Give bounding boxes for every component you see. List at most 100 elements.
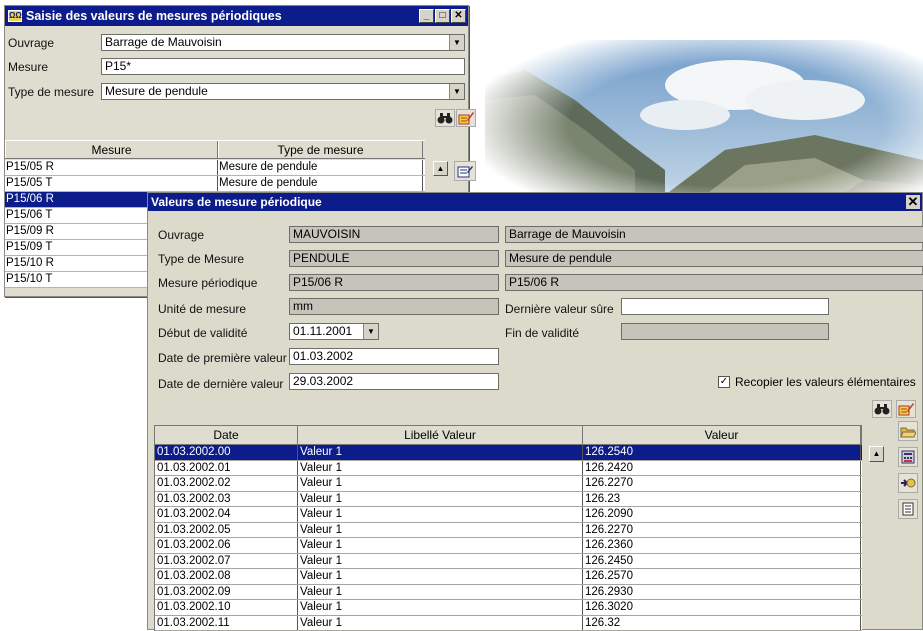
calculator-icon[interactable] xyxy=(898,447,918,467)
type-combo[interactable]: Mesure de pendule ▼ xyxy=(101,83,465,100)
table-row[interactable]: 01.03.2002.01Valeur 1126.2420 xyxy=(155,461,862,477)
ouvrage-combo[interactable]: Barrage de Mauvoisin ▼ xyxy=(101,34,465,51)
recopier-label: Recopier les valeurs élémentaires xyxy=(735,375,916,389)
mesure-code: P15/06 R xyxy=(293,275,343,289)
unite-field: mm xyxy=(289,298,499,315)
type-name-field: Mesure de pendule xyxy=(505,250,923,267)
table-row[interactable]: 01.03.2002.00Valeur 1126.2540 xyxy=(155,445,862,461)
date-cell: 01.03.2002.07 xyxy=(155,554,298,569)
table-row[interactable]: 01.03.2002.02Valeur 1126.2270 xyxy=(155,476,862,492)
minimize-button[interactable]: _ xyxy=(419,9,434,23)
type-name: Mesure de pendule xyxy=(509,251,612,265)
mesure-label: Mesure périodique xyxy=(158,276,257,290)
date-cell: 01.03.2002.04 xyxy=(155,507,298,522)
libelle-cell: Valeur 1 xyxy=(298,476,583,491)
libelle-cell: Valeur 1 xyxy=(298,523,583,538)
premiere-value: 01.03.2002 xyxy=(293,349,353,363)
type-cell: Mesure de pendule xyxy=(218,176,423,191)
date-cell: 01.03.2002.06 xyxy=(155,538,298,553)
recopier-checkbox[interactable]: ✓ Recopier les valeurs élémentaires xyxy=(718,375,916,389)
binoculars-icon[interactable] xyxy=(872,400,892,418)
ouvrage-code: MAUVOISIN xyxy=(293,227,360,241)
table-row[interactable]: 01.03.2002.11Valeur 1126.32 xyxy=(155,616,862,631)
chevron-down-icon[interactable]: ▼ xyxy=(363,324,378,339)
window-title: Saisie des valeurs de mesures périodique… xyxy=(26,9,282,23)
valeur-cell: 126.2570 xyxy=(583,569,861,584)
close-icon[interactable]: ✕ xyxy=(906,195,920,209)
mesure-cell: P15/05 T xyxy=(5,176,218,191)
edit-icon[interactable] xyxy=(896,400,916,418)
table-row[interactable]: P15/05 TMesure de pendule xyxy=(5,176,425,192)
table-row[interactable]: 01.03.2002.07Valeur 1126.2450 xyxy=(155,554,862,570)
table-row[interactable]: 01.03.2002.03Valeur 1126.23 xyxy=(155,492,862,508)
derniere-value: 29.03.2002 xyxy=(293,374,353,388)
chevron-down-icon[interactable]: ▼ xyxy=(449,84,464,99)
date-cell: 01.03.2002.10 xyxy=(155,600,298,615)
open-folder-icon[interactable] xyxy=(898,421,918,441)
col-date[interactable]: Date xyxy=(155,426,298,444)
valeur-cell: 126.32 xyxy=(583,616,861,631)
valeur-cell: 126.2930 xyxy=(583,585,861,600)
derniere-input[interactable]: 29.03.2002 xyxy=(289,373,499,390)
fin-field xyxy=(621,323,829,340)
unite-value: mm xyxy=(293,299,313,313)
col-mesure[interactable]: Mesure xyxy=(5,141,218,158)
mesure-name: P15/06 R xyxy=(509,275,559,289)
libelle-cell: Valeur 1 xyxy=(298,616,583,631)
detail-edit-icon[interactable] xyxy=(454,161,476,181)
type-label: Type de Mesure xyxy=(158,252,244,266)
scroll-up-button[interactable]: ▲ xyxy=(433,161,448,176)
derniere-sure-input[interactable] xyxy=(621,298,829,315)
libelle-cell: Valeur 1 xyxy=(298,507,583,522)
ouvrage-label: Ouvrage xyxy=(158,228,204,242)
document-icon[interactable] xyxy=(898,499,918,519)
premiere-input[interactable]: 01.03.2002 xyxy=(289,348,499,365)
edit-icon[interactable] xyxy=(456,109,476,127)
valeur-cell: 126.2420 xyxy=(583,461,861,476)
scroll-up-button[interactable]: ▲ xyxy=(869,446,884,462)
maximize-button[interactable]: □ xyxy=(435,9,450,23)
binoculars-icon[interactable] xyxy=(435,109,455,127)
table-row[interactable]: 01.03.2002.09Valeur 1126.2930 xyxy=(155,585,862,601)
ouvrage-name: Barrage de Mauvoisin xyxy=(509,227,626,241)
unite-label: Unité de mesure xyxy=(158,302,246,316)
app-icon: ΩΩ xyxy=(8,10,22,22)
mountain-photo xyxy=(485,40,923,210)
premiere-label: Date de première valeur xyxy=(158,351,287,365)
date-cell: 01.03.2002.05 xyxy=(155,523,298,538)
ouvrage-name-field: Barrage de Mauvoisin xyxy=(505,226,923,243)
mesure-label: Mesure xyxy=(8,60,48,74)
date-cell: 01.03.2002.02 xyxy=(155,476,298,491)
table-row[interactable]: P15/05 RMesure de pendule xyxy=(5,160,425,176)
libelle-cell: Valeur 1 xyxy=(298,554,583,569)
table-row[interactable]: 01.03.2002.05Valeur 1126.2270 xyxy=(155,523,862,539)
table-row[interactable]: 01.03.2002.10Valeur 1126.3020 xyxy=(155,600,862,616)
type-cell: Mesure de pendule xyxy=(218,160,423,175)
debut-combo[interactable]: 01.11.2001 ▼ xyxy=(289,323,379,340)
arrow-icon[interactable] xyxy=(898,473,918,493)
table-row[interactable]: 01.03.2002.08Valeur 1126.2570 xyxy=(155,569,862,585)
window-title: Valeurs de mesure périodique xyxy=(151,195,322,209)
window-titlebar[interactable]: ΩΩ Saisie des valeurs de mesures périodi… xyxy=(5,6,468,26)
col-valeur[interactable]: Valeur xyxy=(583,426,861,444)
type-value: Mesure de pendule xyxy=(105,84,208,98)
libelle-cell: Valeur 1 xyxy=(298,445,583,460)
libelle-cell: Valeur 1 xyxy=(298,461,583,476)
debut-label: Début de validité xyxy=(158,326,247,340)
table-row[interactable]: 01.03.2002.04Valeur 1126.2090 xyxy=(155,507,862,523)
date-cell: 01.03.2002.11 xyxy=(155,616,298,631)
checkbox-box[interactable]: ✓ xyxy=(718,376,730,388)
col-libelle[interactable]: Libellé Valeur xyxy=(298,426,583,444)
ouvrage-label: Ouvrage xyxy=(8,36,54,50)
window-titlebar[interactable]: Valeurs de mesure périodique ✕ xyxy=(148,193,922,211)
libelle-cell: Valeur 1 xyxy=(298,600,583,615)
valeur-cell: 126.2270 xyxy=(583,476,861,491)
mesure-cell: P15/05 R xyxy=(5,160,218,175)
close-button[interactable]: ✕ xyxy=(451,9,466,23)
chevron-down-icon[interactable]: ▼ xyxy=(449,35,464,50)
col-type[interactable]: Type de mesure xyxy=(218,141,423,158)
mesure-name-field: P15/06 R xyxy=(505,274,923,291)
valeur-cell: 126.2360 xyxy=(583,538,861,553)
table-row[interactable]: 01.03.2002.06Valeur 1126.2360 xyxy=(155,538,862,554)
mesure-input[interactable]: P15* xyxy=(101,58,465,75)
